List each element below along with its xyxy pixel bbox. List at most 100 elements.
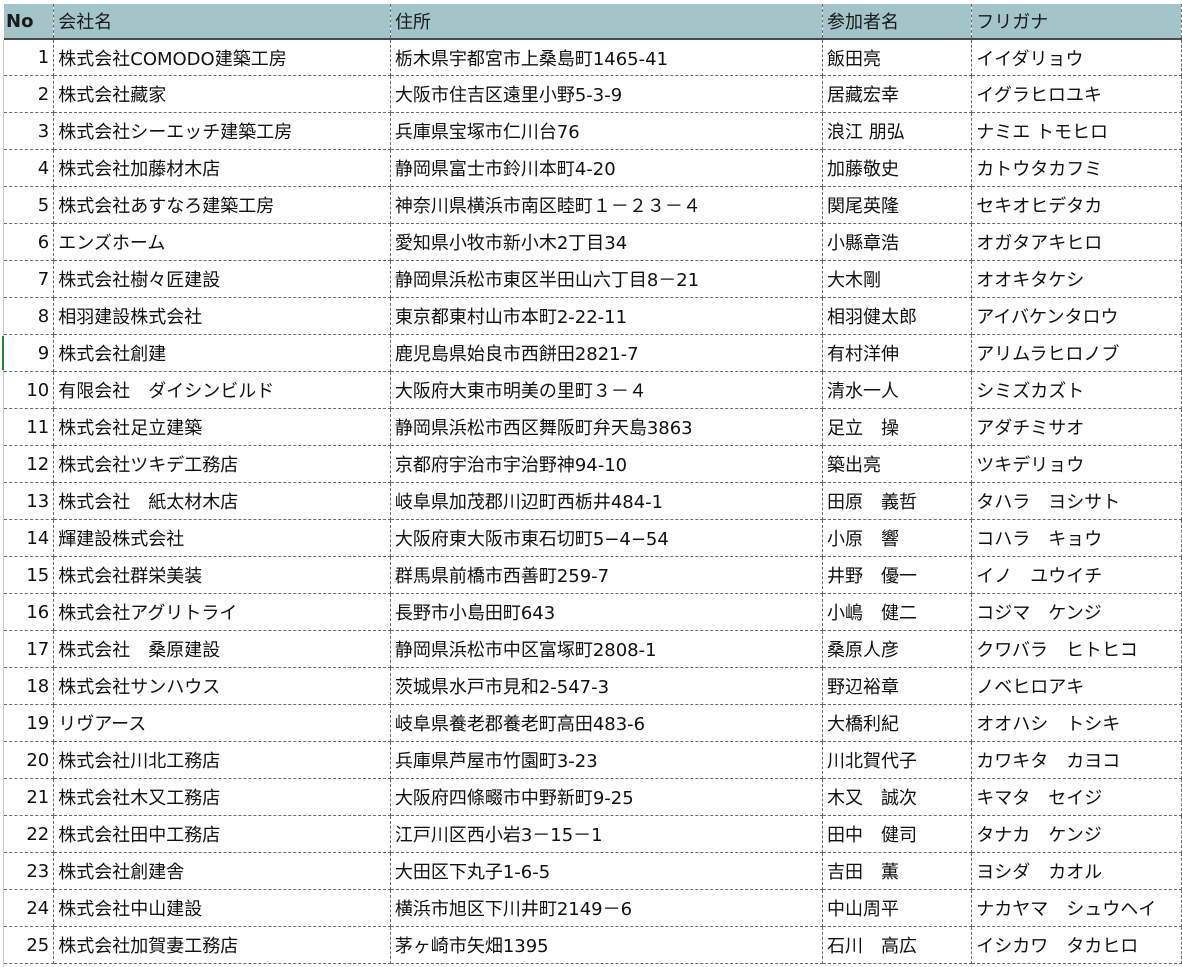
cell-address[interactable]: 大阪市住吉区遠里小野5-3-9 [390, 75, 824, 113]
cell-furigana[interactable]: イイダリョウ [971, 39, 1182, 76]
cell-furigana[interactable]: オオハシ トシキ [971, 704, 1182, 742]
cell-participant[interactable]: 中山周平 [822, 889, 973, 927]
cell-furigana[interactable]: ナミエ トモヒロ [971, 112, 1182, 150]
cell-furigana[interactable]: イグラヒロユキ [971, 75, 1182, 113]
cell-participant[interactable]: 清水一人 [822, 371, 973, 409]
cell-no[interactable]: 4 [4, 149, 55, 187]
cell-no[interactable]: 19 [4, 704, 55, 742]
cell-company[interactable]: 株式会社加藤材木店 [53, 149, 391, 187]
cell-no[interactable]: 7 [4, 260, 55, 298]
cell-furigana[interactable]: ツキデリョウ [971, 445, 1182, 483]
cell-company[interactable]: 株式会社創建 [53, 334, 391, 372]
cell-no[interactable]: 2 [4, 75, 55, 113]
cell-participant[interactable]: 浪江 朋弘 [822, 112, 973, 150]
cell-participant[interactable]: 足立 操 [822, 408, 973, 446]
cell-participant[interactable]: 関尾英隆 [822, 186, 973, 224]
cell-no[interactable]: 17 [4, 630, 55, 668]
cell-company[interactable]: 株式会社川北工務店 [53, 741, 391, 779]
cell-company[interactable]: 株式会社 桑原建設 [53, 630, 391, 668]
cell-company[interactable]: 株式会社足立建築 [53, 408, 391, 446]
cell-company[interactable]: 株式会社ツキデ工務店 [53, 445, 391, 483]
cell-address[interactable]: 長野市小島田町643 [390, 593, 824, 631]
cell-address[interactable]: 兵庫県宝塚市仁川台76 [390, 112, 824, 150]
cell-participant[interactable]: 木又 誠次 [822, 778, 973, 816]
cell-participant[interactable]: 石川 高広 [822, 926, 973, 964]
cell-no[interactable]: 3 [4, 112, 55, 150]
cell-company[interactable]: 輝建設株式会社 [53, 519, 391, 557]
cell-no[interactable]: 14 [4, 519, 55, 557]
cell-address[interactable]: 鹿児島県始良市西餅田2821-7 [390, 334, 824, 372]
header-address[interactable]: 住所 [390, 4, 824, 40]
cell-address[interactable]: 横浜市旭区下川井町2149－6 [390, 889, 824, 927]
header-participant[interactable]: 参加者名 [822, 4, 973, 40]
cell-address[interactable]: 大阪府東大阪市東石切町5−4−54 [390, 519, 824, 557]
cell-furigana[interactable]: ノベヒロアキ [971, 667, 1182, 705]
cell-no[interactable]: 25 [4, 926, 55, 964]
cell-company[interactable]: 株式会社COMODO建築工房 [53, 39, 391, 76]
header-no[interactable]: No [4, 4, 55, 40]
header-company[interactable]: 会社名 [53, 4, 391, 40]
cell-participant[interactable]: 川北賀代子 [822, 741, 973, 779]
cell-address[interactable]: 京都府宇治市宇治野神94-10 [390, 445, 824, 483]
cell-furigana[interactable]: オオキタケシ [971, 260, 1182, 298]
cell-participant[interactable]: 飯田亮 [822, 39, 973, 76]
cell-participant[interactable]: 井野 優一 [822, 556, 973, 594]
cell-company[interactable]: 相羽建設株式会社 [53, 297, 391, 335]
cell-address[interactable]: 東京都東村山市本町2-22-11 [390, 297, 824, 335]
cell-company[interactable]: 株式会社シーエッチ建築工房 [53, 112, 391, 150]
cell-no[interactable]: 13 [4, 482, 55, 520]
cell-furigana[interactable]: シミズカズト [971, 371, 1182, 409]
cell-address[interactable]: 栃木県宇都宮市上桑島町1465-41 [390, 39, 824, 76]
cell-address[interactable]: 静岡県浜松市東区半田山六丁目8－21 [390, 260, 824, 298]
cell-company[interactable]: 株式会社あすなろ建築工房 [53, 186, 391, 224]
cell-address[interactable]: 大田区下丸子1-6-5 [390, 852, 824, 890]
cell-no[interactable]: 8 [4, 297, 55, 335]
cell-address[interactable]: 茨城県水戸市見和2-547-3 [390, 667, 824, 705]
cell-company[interactable]: エンズホーム [53, 223, 391, 261]
cell-no[interactable]: 22 [4, 815, 55, 853]
cell-furigana[interactable]: キマタ セイジ [971, 778, 1182, 816]
cell-furigana[interactable]: アイバケンタロウ [971, 297, 1182, 335]
cell-company[interactable]: 有限会社 ダイシンビルド [53, 371, 391, 409]
cell-no[interactable]: 10 [4, 371, 55, 409]
cell-address[interactable]: 神奈川県横浜市南区睦町１－２３－４ [390, 186, 824, 224]
cell-furigana[interactable]: ヨシダ カオル [971, 852, 1182, 890]
cell-participant[interactable]: 居藏宏幸 [822, 75, 973, 113]
cell-address[interactable]: 兵庫県芦屋市竹園町3-23 [390, 741, 824, 779]
cell-participant[interactable]: 吉田 薫 [822, 852, 973, 890]
cell-address[interactable]: 静岡県浜松市中区富塚町2808-1 [390, 630, 824, 668]
cell-participant[interactable]: 田原 義哲 [822, 482, 973, 520]
cell-furigana[interactable]: イノ ユウイチ [971, 556, 1182, 594]
cell-furigana[interactable]: イシカワ タカヒロ [971, 926, 1182, 964]
cell-participant[interactable]: 相羽健太郎 [822, 297, 973, 335]
cell-participant[interactable]: 桑原人彦 [822, 630, 973, 668]
cell-company[interactable]: 株式会社中山建設 [53, 889, 391, 927]
cell-address[interactable]: 愛知県小牧市新小木2丁目34 [390, 223, 824, 261]
cell-furigana[interactable]: コハラ キョウ [971, 519, 1182, 557]
cell-address[interactable]: 岐阜県養老郡養老町高田483-6 [390, 704, 824, 742]
header-furigana[interactable]: フリガナ [971, 4, 1182, 40]
cell-no[interactable]: 24 [4, 889, 55, 927]
cell-participant[interactable]: 小嶋 健二 [822, 593, 973, 631]
cell-company[interactable]: 株式会社藏家 [53, 75, 391, 113]
cell-no[interactable]: 9 [4, 334, 55, 372]
cell-participant[interactable]: 小原 響 [822, 519, 973, 557]
cell-company[interactable]: 株式会社田中工務店 [53, 815, 391, 853]
cell-no[interactable]: 5 [4, 186, 55, 224]
cell-company[interactable]: 株式会社加賀妻工務店 [53, 926, 391, 964]
cell-company[interactable]: 株式会社樹々匠建設 [53, 260, 391, 298]
cell-furigana[interactable]: セキオヒデタカ [971, 186, 1182, 224]
cell-no[interactable]: 11 [4, 408, 55, 446]
cell-no[interactable]: 20 [4, 741, 55, 779]
cell-participant[interactable]: 大木剛 [822, 260, 973, 298]
cell-participant[interactable]: 野辺裕章 [822, 667, 973, 705]
cell-address[interactable]: 群馬県前橋市西善町259-7 [390, 556, 824, 594]
cell-address[interactable]: 大阪府四條畷市中野新町9-25 [390, 778, 824, 816]
cell-no[interactable]: 18 [4, 667, 55, 705]
cell-company[interactable]: 株式会社サンハウス [53, 667, 391, 705]
cell-company[interactable]: 株式会社創建舎 [53, 852, 391, 890]
cell-furigana[interactable]: アダチミサオ [971, 408, 1182, 446]
cell-address[interactable]: 大阪府大東市明美の里町３－４ [390, 371, 824, 409]
cell-participant[interactable]: 有村洋伸 [822, 334, 973, 372]
cell-furigana[interactable]: ナカヤマ シュウヘイ [971, 889, 1182, 927]
